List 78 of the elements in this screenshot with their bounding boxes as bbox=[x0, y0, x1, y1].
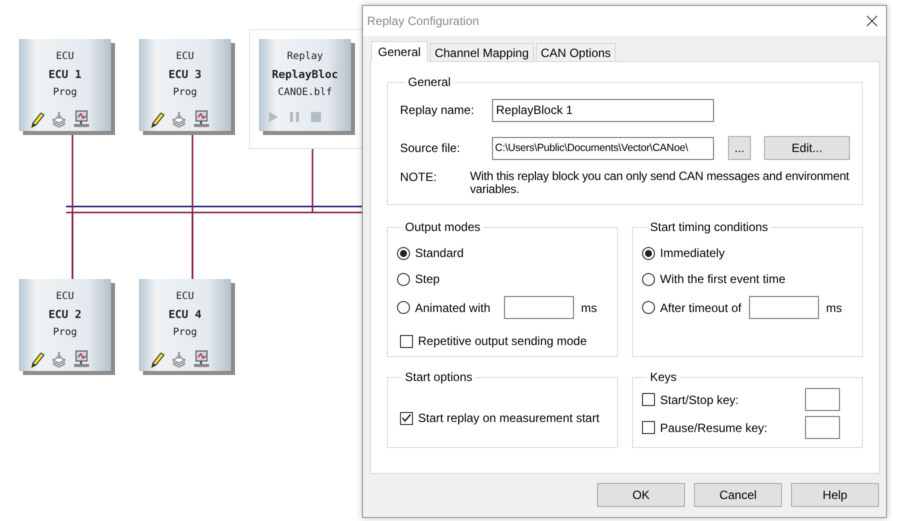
block-file: CANOE.blf bbox=[278, 86, 332, 100]
file-field[interactable]: C:\Users\Public\Documents\Vector\CANoe\ bbox=[492, 136, 714, 160]
monitor-icon[interactable] bbox=[193, 350, 210, 368]
group-title: General bbox=[407, 75, 452, 89]
input-field[interactable] bbox=[749, 296, 819, 319]
dialog-button[interactable]: Cancel bbox=[694, 483, 782, 507]
window-title: Replay Configuration bbox=[367, 14, 480, 28]
checkbox-label: Pause/Resume key: bbox=[660, 420, 768, 434]
ecu-block[interactable]: ECU ECU 4 Prog bbox=[139, 279, 231, 371]
checkbox[interactable] bbox=[642, 421, 655, 434]
block-type: ECU bbox=[56, 290, 74, 304]
edit-button[interactable]: Edit... bbox=[764, 136, 850, 160]
radio-button[interactable] bbox=[397, 301, 410, 314]
block-name: ECU 1 bbox=[48, 67, 82, 83]
stack-icon[interactable] bbox=[51, 110, 67, 128]
tab[interactable]: CAN Options bbox=[536, 43, 616, 61]
monitor-icon[interactable] bbox=[73, 350, 90, 368]
option-label: Standard bbox=[415, 246, 464, 260]
pencil-icon[interactable] bbox=[149, 111, 165, 128]
pencil-icon[interactable] bbox=[29, 351, 45, 368]
radio-button[interactable] bbox=[642, 301, 655, 314]
block-program: Prog bbox=[52, 326, 78, 340]
block-program: Prog bbox=[172, 326, 198, 340]
group-title: Start timing conditions bbox=[649, 220, 770, 234]
block-name: ECU 4 bbox=[168, 307, 202, 323]
note-label: NOTE: bbox=[400, 170, 438, 186]
block-type: Replay bbox=[286, 50, 324, 64]
tab[interactable]: General bbox=[371, 41, 428, 62]
tab[interactable]: Channel Mapping bbox=[430, 43, 534, 61]
group-title: Keys bbox=[649, 370, 678, 384]
block-program: Prog bbox=[172, 86, 198, 100]
stack-icon[interactable] bbox=[171, 350, 187, 368]
checkbox-label: Start/Stop key: bbox=[660, 392, 740, 406]
radio-button[interactable] bbox=[397, 246, 410, 260]
key-field[interactable] bbox=[805, 388, 840, 411]
block-name: ECU 2 bbox=[48, 307, 82, 323]
key-field[interactable] bbox=[805, 416, 840, 439]
input-field[interactable] bbox=[504, 296, 574, 319]
ecu-block[interactable]: ECU ECU 2 Prog bbox=[19, 279, 111, 371]
option-label: After timeout of bbox=[660, 300, 742, 314]
radio-button[interactable] bbox=[397, 272, 410, 286]
radio-button[interactable] bbox=[642, 272, 655, 286]
ecu-block[interactable]: ECU ECU 1 Prog bbox=[19, 39, 111, 131]
option-label: With the first event time bbox=[660, 272, 786, 286]
block-type: ECU bbox=[56, 50, 74, 64]
option-label: Immediately bbox=[660, 246, 725, 260]
stack-icon[interactable] bbox=[171, 110, 187, 128]
pencil-icon[interactable] bbox=[29, 111, 45, 128]
monitor-icon[interactable] bbox=[73, 110, 90, 128]
block-name: ReplayBloc bbox=[272, 67, 338, 83]
browse-button[interactable]: ... bbox=[728, 136, 751, 160]
block-name: ECU 3 bbox=[168, 67, 202, 83]
group-title: Start options bbox=[404, 370, 474, 384]
dialog-button[interactable]: Help bbox=[791, 483, 879, 507]
checkbox-label: Repetitive output sending mode bbox=[418, 334, 587, 348]
monitor-icon[interactable] bbox=[193, 110, 210, 128]
option-label: Animated with bbox=[415, 300, 492, 314]
field-label: Replay name: bbox=[400, 103, 476, 117]
checkbox-label: Start replay on measurement start bbox=[418, 411, 600, 425]
close-icon[interactable] bbox=[866, 15, 878, 27]
stack-icon[interactable] bbox=[51, 350, 67, 368]
block-program: Prog bbox=[52, 86, 78, 100]
dialog-button[interactable]: OK bbox=[597, 483, 685, 507]
name-field[interactable]: ReplayBlock 1 bbox=[492, 98, 714, 122]
checkbox[interactable] bbox=[642, 393, 655, 406]
block-type: ECU bbox=[176, 50, 194, 64]
checkbox[interactable] bbox=[400, 334, 413, 348]
group-title: Output modes bbox=[404, 220, 482, 234]
block-type: ECU bbox=[176, 290, 194, 304]
checkbox[interactable] bbox=[400, 412, 413, 424]
ecu-block[interactable]: ECU ECU 3 Prog bbox=[139, 39, 231, 131]
option-label: Step bbox=[415, 272, 440, 286]
unit-label: ms bbox=[581, 300, 597, 314]
note-text: With this replay block you can only send CAN messages and environment variables. bbox=[470, 170, 850, 196]
unit-label: ms bbox=[826, 300, 842, 314]
radio-button[interactable] bbox=[642, 246, 655, 260]
field-label: Source file: bbox=[400, 141, 462, 155]
pencil-icon[interactable] bbox=[149, 351, 165, 368]
